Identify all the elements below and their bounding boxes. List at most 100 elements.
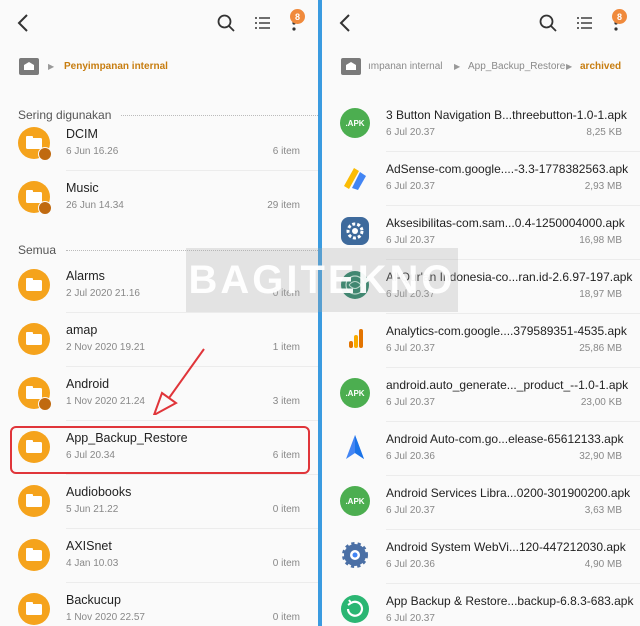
folder-icon (18, 269, 50, 301)
list-view-icon[interactable] (573, 11, 597, 35)
folder-date: 1 Nov 2020 21.24 (66, 396, 145, 407)
folder-icon (18, 181, 52, 215)
left-file-browser: 8 ▶ Penyimpanan internal Sering digunaka… (0, 0, 318, 626)
folder-row[interactable]: Audiobooks 5 Jun 21.22 0 item (0, 475, 318, 529)
breadcrumb-item-app-backup[interactable]: App_Backup_Restore (468, 61, 565, 72)
apk-file-row[interactable]: AdSense-com.google....-3.3-1778382563.ap… (322, 152, 640, 206)
chevron-right-icon: ▶ (566, 62, 573, 71)
apk-file-date: 6 Jul 20.37 (386, 235, 435, 246)
highlight-box (10, 426, 310, 474)
folder-icon (18, 323, 50, 355)
apk-icon: .APK (340, 378, 372, 410)
folder-name: amap (66, 323, 98, 337)
folder-icon (18, 377, 52, 411)
folder-name: Backucup (66, 593, 121, 607)
folder-date: 6 Jun 16.26 (66, 146, 119, 157)
folder-icon (18, 593, 50, 625)
apk-file-name: Analytics-com.google....379589351-4535.a… (386, 324, 627, 338)
folder-row[interactable]: DCIM 6 Jun 16.26 6 item (0, 117, 318, 171)
folder-item-count: 6 item (272, 146, 300, 157)
folder-date: 4 Jan 10.03 (66, 558, 119, 569)
right-file-browser: 8 ımpanan internal ▶ App_Backup_Restore … (322, 0, 640, 626)
folder-item-count: 1 item (272, 342, 300, 353)
camera-badge-icon (38, 147, 52, 161)
chevron-right-icon: ▶ (454, 62, 461, 71)
folder-name: Alarms (66, 269, 105, 283)
notification-badge: 8 (290, 9, 305, 24)
breadcrumb-current[interactable]: Penyimpanan internal (64, 61, 168, 72)
apk-file-size: 2,93 MB (584, 181, 622, 192)
top-bar: 8 (0, 0, 318, 46)
apk-file-date: 6 Jul 20.37 (386, 343, 435, 354)
home-storage-icon[interactable] (340, 56, 362, 78)
apk-file-row[interactable]: Analytics-com.google....379589351-4535.a… (322, 314, 640, 368)
breadcrumb-item-storage[interactable]: ımpanan internal (368, 61, 443, 72)
apk-file-date: 6 Jul 20.37 (386, 397, 435, 408)
apk-icon: .APK (340, 108, 372, 140)
apk-file-row[interactable]: .APK 3 Button Navigation B...threebutton-… (322, 98, 640, 152)
analytics-icon (340, 324, 372, 356)
watermark: BAGITEKNO (186, 248, 458, 312)
apk-file-date: 6 Jul 20.36 (386, 559, 435, 570)
section-all-label: Semua (18, 243, 57, 257)
apk-file-size: 8,25 KB (586, 127, 622, 138)
folder-name: Android (66, 377, 110, 391)
search-icon[interactable] (536, 11, 560, 35)
folder-icon (18, 127, 52, 161)
apk-file-date: 6 Jul 20.37 (386, 505, 435, 516)
folder-name: DCIM (66, 127, 98, 141)
apk-file-name: App Backup & Restore...backup-6.8.3-683.… (386, 594, 634, 608)
apk-file-size: 23,00 KB (580, 397, 622, 408)
apk-file-row[interactable]: App Backup & Restore...backup-6.8.3-683.… (322, 584, 640, 626)
folder-item-count: 3 item (272, 396, 300, 407)
adsense-icon (340, 162, 372, 194)
folder-date: 2 Nov 2020 19.21 (66, 342, 145, 353)
apk-file-name: Android Services Libra...0200-301900200.… (386, 486, 631, 500)
folder-icon (18, 539, 50, 571)
folder-date: 2 Jul 2020 21.16 (66, 288, 140, 299)
folder-icon (18, 485, 50, 517)
apk-file-size: 25,86 MB (579, 343, 622, 354)
folder-date: 26 Jun 14.34 (66, 200, 124, 211)
apk-file-row[interactable]: Android Auto-com.go...elease-65612133.ap… (322, 422, 640, 476)
breadcrumb-current[interactable]: archived (580, 61, 621, 72)
apk-icon: .APK (340, 486, 372, 518)
accessibility-gear-icon (340, 216, 372, 248)
apk-file-size: 16,98 MB (579, 235, 622, 246)
back-arrow-icon[interactable] (12, 11, 36, 35)
gear-badge-icon (38, 397, 52, 411)
android-auto-icon (340, 432, 372, 464)
music-badge-icon (38, 201, 52, 215)
folder-name: AXISnet (66, 539, 112, 553)
folder-row[interactable]: Backucup 1 Nov 2020 22.57 0 item (0, 583, 318, 626)
apk-file-row[interactable]: .APK Android Services Libra...0200-301900… (322, 476, 640, 530)
apk-file-row[interactable]: .APK android.auto_generate..._product_--1… (322, 368, 640, 422)
apk-file-size: 3,63 MB (584, 505, 622, 516)
apk-file-date: 6 Jul 20.36 (386, 451, 435, 462)
apk-file-date: 6 Jul 20.37 (386, 613, 435, 624)
folder-item-count: 0 item (272, 558, 300, 569)
back-arrow-icon[interactable] (334, 11, 358, 35)
breadcrumb: ımpanan internal ▶ App_Backup_Restore ▶ … (322, 46, 640, 88)
app-backup-icon (340, 594, 372, 626)
folder-row[interactable]: Music 26 Jun 14.34 29 item (0, 171, 318, 225)
breadcrumb: ▶ Penyimpanan internal (0, 46, 318, 88)
annotation-arrow (152, 348, 205, 415)
folder-item-count: 0 item (272, 612, 300, 623)
apk-file-name: 3 Button Navigation B...threebutton-1.0-… (386, 108, 627, 122)
folder-name: Audiobooks (66, 485, 132, 499)
apk-file-name: AdSense-com.google....-3.3-1778382563.ap… (386, 162, 629, 176)
section-divider (121, 114, 318, 116)
folder-row[interactable]: AXISnet 4 Jan 10.03 0 item (0, 529, 318, 583)
top-bar: 8 (322, 0, 640, 46)
search-icon[interactable] (214, 11, 238, 35)
apk-file-row[interactable]: Android System WebVi...120-447212030.apk… (322, 530, 640, 584)
home-storage-icon[interactable] (18, 56, 40, 78)
folder-item-count: 29 item (267, 200, 300, 211)
apk-file-name: android.auto_generate..._product_--1.0-1… (386, 378, 629, 392)
folder-date: 1 Nov 2020 22.57 (66, 612, 145, 623)
apk-file-name: Android Auto-com.go...elease-65612133.ap… (386, 432, 624, 446)
apk-file-name: Android System WebVi...120-447212030.apk (386, 540, 626, 554)
list-view-icon[interactable] (251, 11, 275, 35)
notification-badge: 8 (612, 9, 627, 24)
